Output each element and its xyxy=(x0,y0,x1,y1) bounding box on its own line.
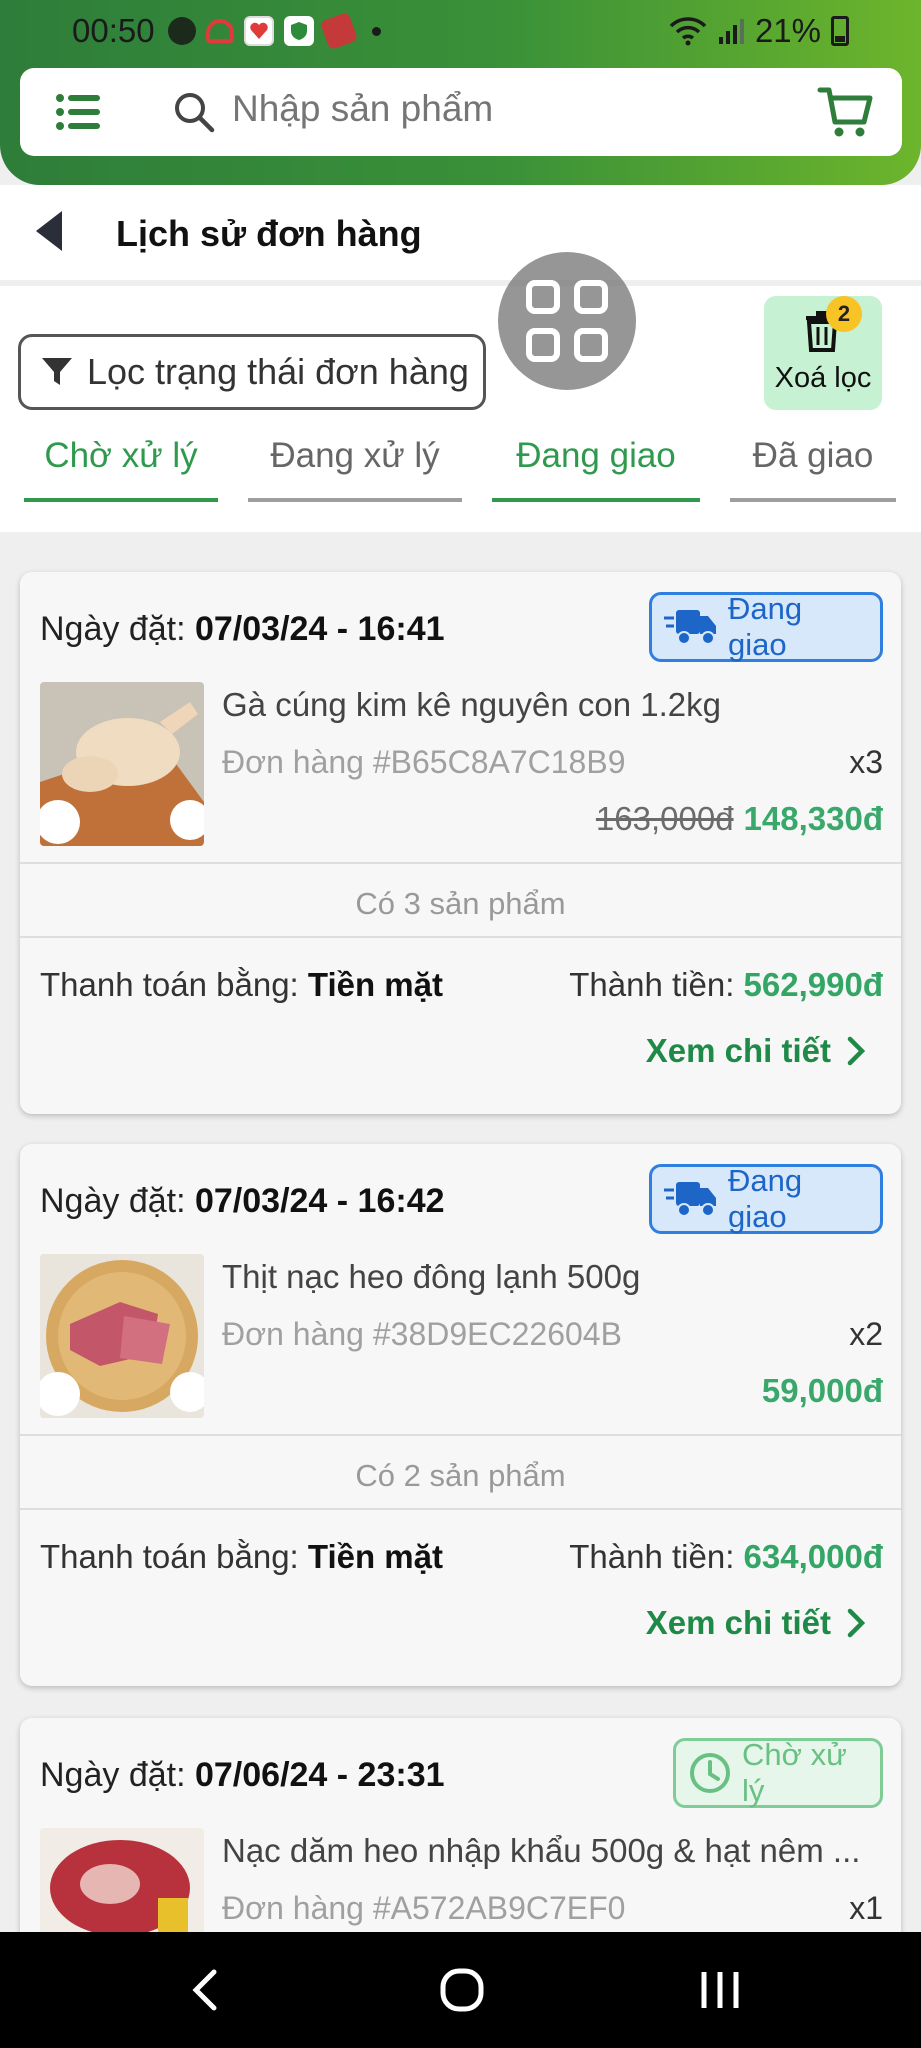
payment-method: Thanh toán bằng: Tiền mặt xyxy=(40,966,443,1003)
clear-filter-label: Xoá lọc xyxy=(774,362,872,394)
product-name: Gà cúng kim kê nguyên con 1.2kg xyxy=(222,686,721,723)
filter-count-badge: 2 xyxy=(826,296,862,332)
delivery-truck-icon xyxy=(664,1182,716,1217)
order-code: Đơn hàng #38D9EC22604B xyxy=(222,1316,622,1352)
tab-label: Đang giao xyxy=(516,436,676,475)
order-date: Ngày đặt: 07/03/24 - 16:41 xyxy=(40,610,445,648)
status-label: Đang giao xyxy=(728,1163,803,1234)
title-bar: Lịch sử đơn hàng xyxy=(0,185,921,280)
filter-area: Lọc trạng thái đơn hàng 2 Xoá lọc Chờ xử… xyxy=(0,252,921,532)
search-icon xyxy=(175,93,215,133)
price-row: 163,000đ 148,330đ xyxy=(596,800,883,838)
divider xyxy=(20,1508,901,1510)
tab-label: Đã giao xyxy=(752,436,874,475)
nav-back-icon[interactable] xyxy=(176,1960,236,2020)
view-detail-link[interactable]: Xem chi tiết xyxy=(646,1604,865,1642)
order-date: Ngày đặt: 07/03/24 - 16:42 xyxy=(40,1182,445,1220)
divider xyxy=(20,862,901,864)
tab-label: Chờ xử lý xyxy=(44,436,198,475)
order-total: Thành tiền: 562,990đ xyxy=(569,966,883,1003)
status-right: 21% xyxy=(669,12,849,50)
chevron-right-icon xyxy=(847,1036,865,1066)
menu-icon[interactable] xyxy=(54,88,102,136)
divider xyxy=(20,936,901,938)
more-dot-icon xyxy=(372,26,381,36)
sale-price: 148,330đ xyxy=(743,800,883,837)
order-date: Ngày đặt: 07/06/24 - 23:31 xyxy=(40,1756,445,1794)
wifi-icon xyxy=(669,17,707,46)
tab-pending[interactable]: Chờ xử lý xyxy=(24,436,218,502)
chevron-right-icon xyxy=(847,1608,865,1638)
order-code: Đơn hàng #B65C8A7C18B9 xyxy=(222,744,626,780)
original-price: 163,000đ xyxy=(595,800,734,837)
quantity: x2 xyxy=(849,1316,883,1352)
product-count: Có 3 sản phẩm xyxy=(355,886,566,921)
filter-label: Lọc trạng thái đơn hàng xyxy=(87,351,469,392)
nav-home-icon[interactable] xyxy=(432,1960,492,2020)
sale-price: 59,000đ xyxy=(761,1372,883,1409)
nav-recents-icon[interactable] xyxy=(690,1960,750,2020)
signal-icon xyxy=(718,19,744,44)
payment-method: Thanh toán bằng: Tiền mặt xyxy=(40,1538,443,1575)
battery-icon xyxy=(831,16,849,46)
product-name: Nạc dăm heo nhập khẩu 500g & hạt nêm ... xyxy=(222,1832,861,1869)
app-icon xyxy=(206,19,234,43)
order-total: Thành tiền: 634,000đ xyxy=(569,1538,883,1575)
delivery-truck-icon xyxy=(664,610,716,645)
news-icon xyxy=(244,16,274,46)
search-input[interactable] xyxy=(232,88,792,130)
tab-shipping[interactable]: Đang giao xyxy=(492,436,700,502)
product-image xyxy=(40,1254,204,1418)
floating-grid-button[interactable] xyxy=(498,252,636,390)
messenger-icon xyxy=(168,17,196,45)
status-label: Chờ xử lý xyxy=(742,1737,847,1808)
status-bar: 00:50 21% xyxy=(0,0,921,66)
view-detail-link[interactable]: Xem chi tiết xyxy=(646,1032,865,1070)
divider xyxy=(20,1434,901,1436)
tab-processing[interactable]: Đang xử lý xyxy=(248,436,462,502)
order-card[interactable]: Ngày đặt: 07/03/24 - 16:42 Đang giao Thị… xyxy=(20,1144,901,1686)
back-arrow-icon[interactable] xyxy=(34,209,64,253)
filter-icon xyxy=(42,358,72,385)
product-count: Có 2 sản phẩm xyxy=(355,1458,566,1493)
order-card[interactable]: Ngày đặt: 07/03/24 - 16:41 Đang giao Gà … xyxy=(20,572,901,1114)
status-badge: Đang giao xyxy=(649,591,883,662)
status-time: 00:50 xyxy=(72,12,155,49)
search-bar xyxy=(20,68,902,156)
order-status-filter-button[interactable]: Lọc trạng thái đơn hàng xyxy=(18,334,486,410)
battery-percent: 21% xyxy=(754,12,821,49)
sim-icon xyxy=(319,11,359,51)
status-badge: Chờ xử lý xyxy=(673,1737,883,1808)
clock-icon xyxy=(690,1753,730,1793)
grid-icon xyxy=(526,280,608,362)
status-label: Đang giao xyxy=(728,591,803,662)
system-nav-bar xyxy=(0,1932,921,2048)
price-row: 59,000đ xyxy=(762,1372,883,1410)
tab-label: Đang xử lý xyxy=(270,436,440,475)
clear-filter-button[interactable]: 2 Xoá lọc xyxy=(764,296,882,410)
product-name: Thịt nạc heo đông lạnh 500g xyxy=(222,1258,641,1295)
cart-icon[interactable] xyxy=(816,82,876,142)
status-tabs: Chờ xử lý Đang xử lý Đang giao Đã giao xyxy=(0,436,921,506)
tab-delivered[interactable]: Đã giao xyxy=(730,436,896,502)
status-badge: Đang giao xyxy=(649,1163,883,1234)
page-title: Lịch sử đơn hàng xyxy=(116,213,422,254)
shield-icon xyxy=(284,16,314,46)
quantity: x3 xyxy=(849,744,883,780)
product-image xyxy=(40,682,204,846)
app-header: 00:50 21% Nhập sản phẩm xyxy=(0,0,921,185)
notification-icons xyxy=(168,11,381,51)
order-code: Đơn hàng #A572AB9C7EF0 xyxy=(222,1890,626,1926)
quantity: x1 xyxy=(849,1890,883,1926)
